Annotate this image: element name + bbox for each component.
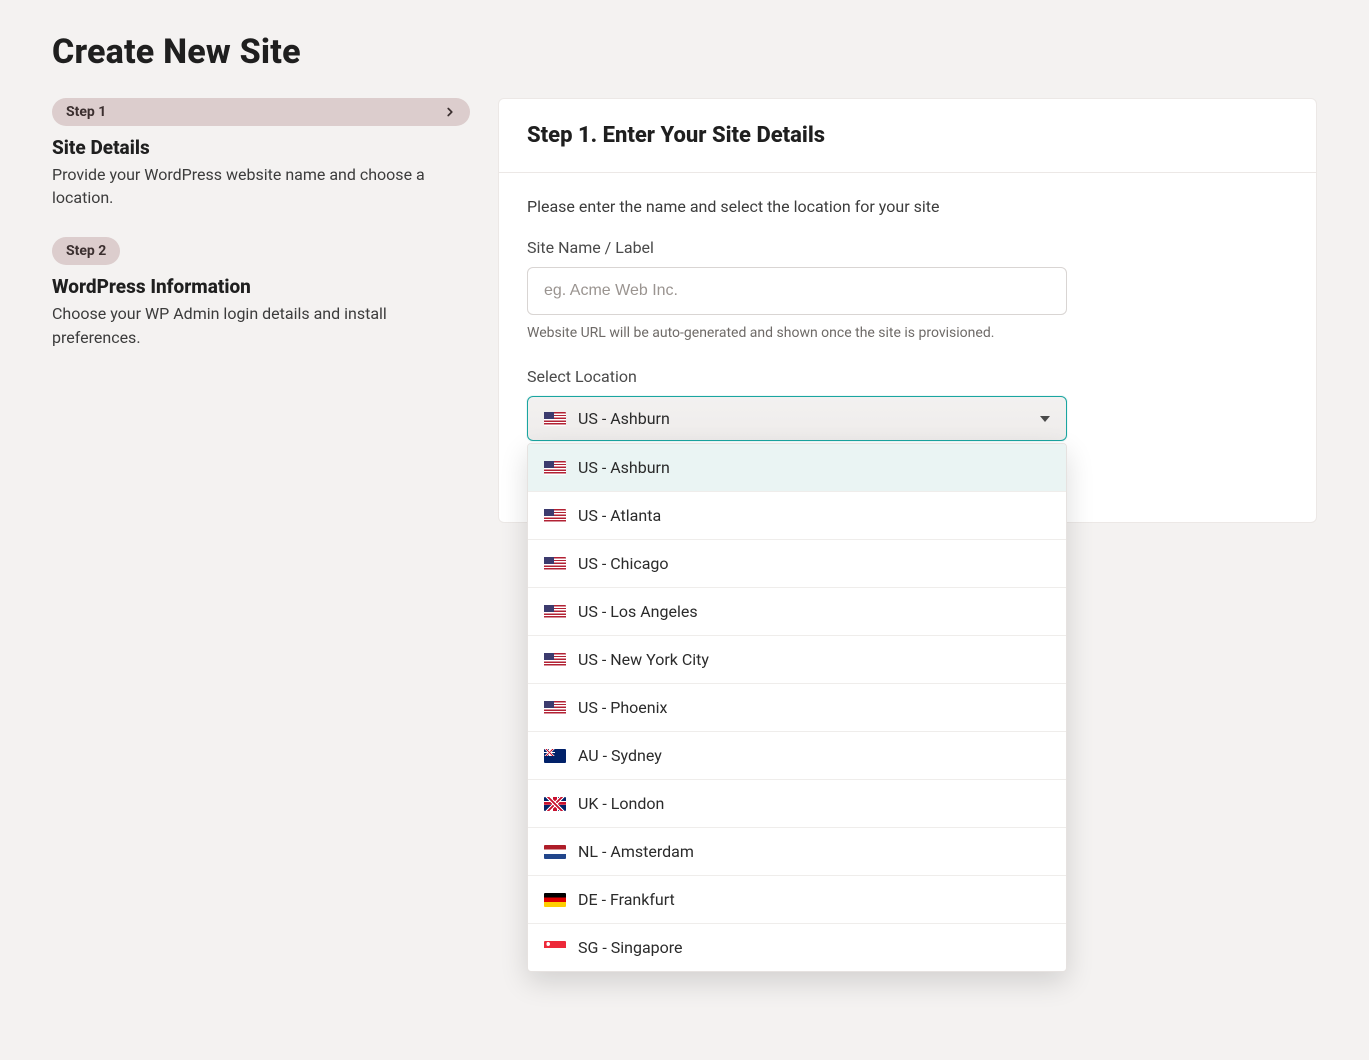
- location-selected-value: US - Ashburn: [578, 409, 670, 428]
- step-2-title: WordPress Information: [52, 275, 470, 298]
- location-option-label: AU - Sydney: [578, 746, 662, 765]
- location-option-label: US - Ashburn: [578, 458, 670, 477]
- location-option[interactable]: SG - Singapore: [528, 924, 1066, 971]
- location-option[interactable]: DE - Frankfurt: [528, 876, 1066, 924]
- step-1-pill-label: Step 1: [66, 104, 106, 120]
- location-label: Select Location: [527, 367, 1288, 386]
- us-flag-icon: [544, 653, 566, 667]
- location-option[interactable]: NL - Amsterdam: [528, 828, 1066, 876]
- uk-flag-icon: [544, 797, 566, 811]
- page-title: Create New Site: [52, 32, 1317, 72]
- location-select[interactable]: US - Ashburn: [527, 396, 1067, 441]
- location-option[interactable]: US - Phoenix: [528, 684, 1066, 732]
- us-flag-icon: [544, 605, 566, 619]
- location-dropdown: US - Ashburn US - Atlanta US - Chicago US -…: [527, 443, 1067, 972]
- us-flag-icon: [544, 701, 566, 715]
- sg-flag-icon: [544, 941, 566, 955]
- location-option[interactable]: US - Los Angeles: [528, 588, 1066, 636]
- us-flag-icon: [544, 509, 566, 523]
- nl-flag-icon: [544, 845, 566, 859]
- site-details-card: Step 1. Enter Your Site Details Please e…: [498, 98, 1317, 523]
- site-name-input[interactable]: [527, 267, 1067, 315]
- step-1-desc: Provide your WordPress website name and …: [52, 163, 470, 209]
- de-flag-icon: [544, 893, 566, 907]
- location-option[interactable]: US - Ashburn: [528, 444, 1066, 492]
- step-1-title: Site Details: [52, 136, 470, 159]
- site-name-label: Site Name / Label: [527, 238, 1288, 257]
- step-2-pill-label: Step 2: [66, 243, 106, 259]
- location-option-label: SG - Singapore: [578, 938, 683, 957]
- step-1-pill[interactable]: Step 1: [52, 98, 470, 126]
- chevron-right-icon: [442, 104, 458, 120]
- location-option-label: UK - London: [578, 794, 664, 813]
- location-option[interactable]: US - Atlanta: [528, 492, 1066, 540]
- card-intro: Please enter the name and select the loc…: [527, 197, 1288, 216]
- location-option[interactable]: US - New York City: [528, 636, 1066, 684]
- location-option-label: NL - Amsterdam: [578, 842, 694, 861]
- location-option-label: US - Phoenix: [578, 698, 667, 717]
- sidebar-step-1[interactable]: Step 1 Site Details Provide your WordPre…: [52, 98, 470, 209]
- us-flag-icon: [544, 461, 566, 475]
- location-option-label: US - New York City: [578, 650, 709, 669]
- location-option-label: DE - Frankfurt: [578, 890, 675, 909]
- location-option-label: US - Atlanta: [578, 506, 661, 525]
- us-flag-icon: [544, 557, 566, 571]
- location-option[interactable]: US - Chicago: [528, 540, 1066, 588]
- au-flag-icon: [544, 749, 566, 763]
- location-option[interactable]: AU - Sydney: [528, 732, 1066, 780]
- us-flag-icon: [544, 412, 566, 426]
- location-option-label: US - Chicago: [578, 554, 669, 573]
- step-2-desc: Choose your WP Admin login details and i…: [52, 302, 470, 348]
- step-2-pill[interactable]: Step 2: [52, 237, 120, 265]
- location-option[interactable]: UK - London: [528, 780, 1066, 828]
- caret-down-icon: [1040, 416, 1050, 422]
- location-option-label: US - Los Angeles: [578, 602, 698, 621]
- wizard-sidebar: Step 1 Site Details Provide your WordPre…: [52, 98, 470, 377]
- card-heading: Step 1. Enter Your Site Details: [527, 123, 1288, 148]
- site-name-help: Website URL will be auto-generated and s…: [527, 325, 1288, 341]
- sidebar-step-2[interactable]: Step 2 WordPress Information Choose your…: [52, 237, 470, 348]
